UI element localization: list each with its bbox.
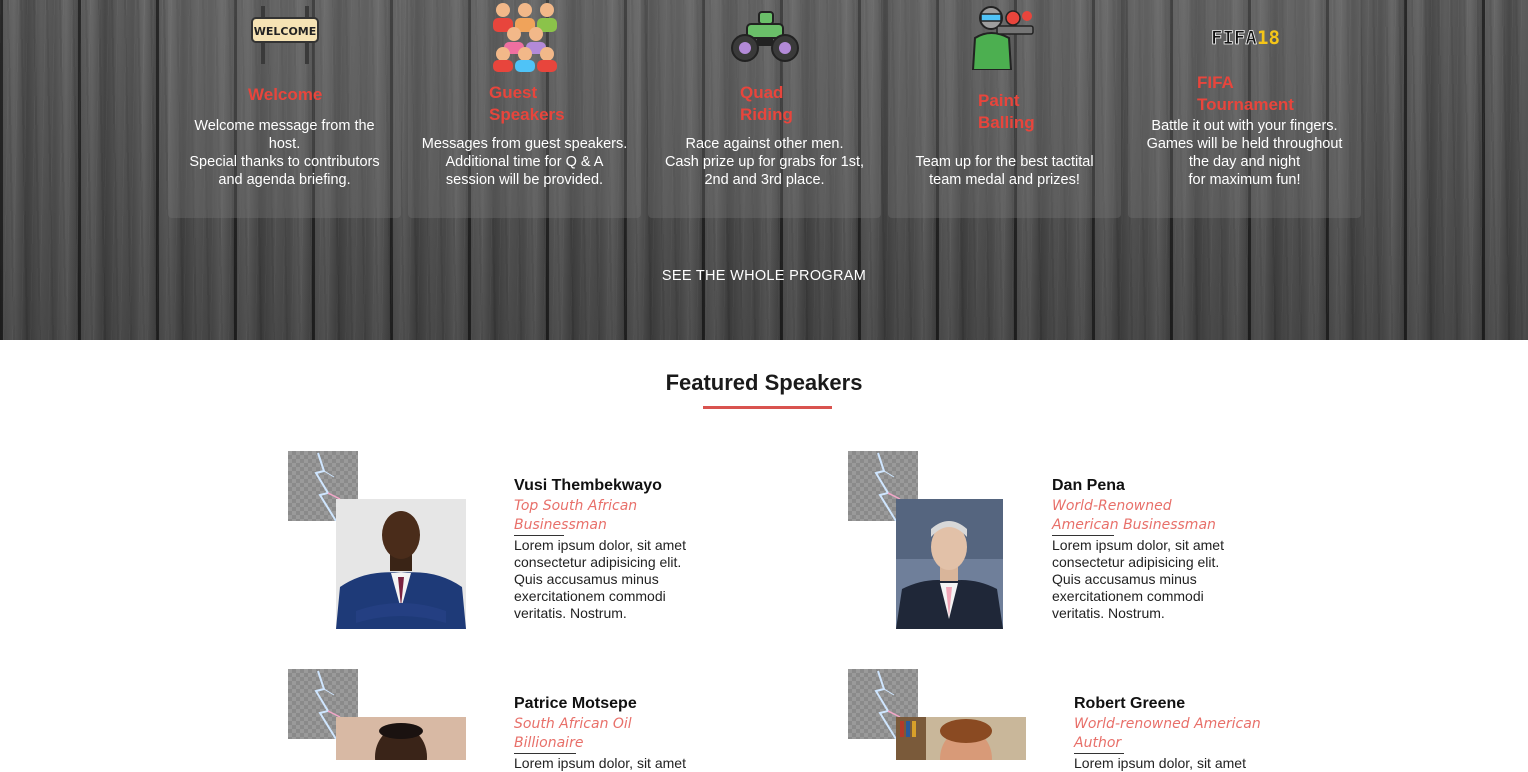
program-card-quad-riding: Quad Riding Race against other men. Cash… <box>648 0 881 218</box>
role-underline <box>1052 535 1114 536</box>
svg-text:FIFA: FIFA <box>1211 27 1257 48</box>
featured-speakers-title: Featured Speakers <box>665 370 863 395</box>
title-underline <box>703 406 832 409</box>
speaker-role: Top South African Businessman <box>514 498 638 533</box>
program-section: WELCOME Welcome Welcome message from the… <box>0 0 1528 340</box>
role-underline <box>1074 753 1124 754</box>
speaker-name: Vusi Thembekwayo <box>514 477 662 494</box>
audience-icon <box>489 0 561 77</box>
card-description: Battle it out with your fingers. Games w… <box>1146 118 1343 188</box>
speaker-photo <box>896 499 1003 629</box>
speaker-bio: Lorem ipsum dolor, sit amet <box>1074 755 1246 771</box>
card-title: Welcome <box>248 85 323 104</box>
role-underline <box>514 753 576 754</box>
speaker-bio: Lorem ipsum dolor, sit amet <box>514 755 686 771</box>
program-card-fifa-tournament: FIFA 18 FIFA Tournament Battle it out wi… <box>1128 0 1361 218</box>
card-description: Team up for the best tactital team medal… <box>915 154 1094 188</box>
program-card-paint-balling: Paint Balling Team up for the best tacti… <box>888 0 1121 218</box>
svg-text:18: 18 <box>1257 27 1280 48</box>
card-description: Welcome message from the host. Special t… <box>189 118 380 188</box>
role-underline <box>514 535 564 536</box>
fifa-logo-icon: FIFA 18 <box>1209 26 1281 53</box>
speaker-role: World-renowned American Author <box>1074 716 1261 751</box>
speaker-photo <box>896 717 1026 760</box>
card-title: Quad Riding <box>740 83 793 124</box>
card-description: Race against other men. Cash prize up fo… <box>664 136 865 188</box>
card-title: Guest Speakers <box>489 83 565 124</box>
speaker-name: Patrice Motsepe <box>514 695 637 712</box>
svg-text:WELCOME: WELCOME <box>253 25 316 38</box>
card-title: FIFA Tournament <box>1197 73 1294 114</box>
quad-bike-icon <box>729 10 801 71</box>
welcome-sign-icon: WELCOME <box>249 6 321 71</box>
program-card-welcome: WELCOME Welcome Welcome message from the… <box>168 0 401 218</box>
speaker-photo <box>336 717 466 760</box>
see-whole-program-link[interactable]: SEE THE WHOLE PROGRAM <box>0 268 1528 284</box>
speaker-photo <box>336 499 466 629</box>
speaker-name: Robert Greene <box>1074 695 1186 712</box>
program-card-guest-speakers: Guest Speakers Messages from guest speak… <box>408 0 641 218</box>
card-description: Messages from guest speakers. Additional… <box>421 136 628 188</box>
paintball-player-icon <box>969 4 1041 75</box>
speaker-name: Dan Pena <box>1052 477 1125 494</box>
speaker-bio: Lorem ipsum dolor, sit amet consectetur … <box>514 537 686 621</box>
card-title: Paint Balling <box>978 91 1035 132</box>
speaker-role: World-Renowned American Businessman <box>1052 498 1216 533</box>
speaker-role: South African Oil Billionaire <box>514 716 632 751</box>
speaker-bio: Lorem ipsum dolor, sit amet consectetur … <box>1052 537 1224 621</box>
